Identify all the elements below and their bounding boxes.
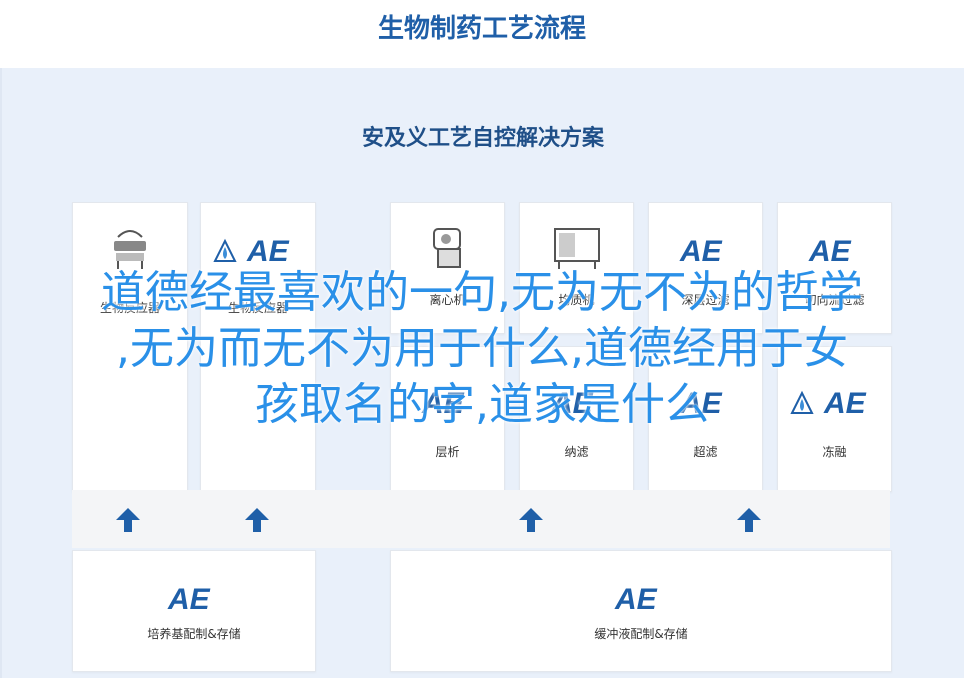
card-label: 冻融	[822, 445, 847, 459]
ae-logo-icon: AE	[167, 583, 211, 613]
card-label: 生物反应器	[99, 301, 160, 315]
ae-logo-icon: AE	[421, 387, 465, 417]
card-tff: AE 切向流过滤	[777, 202, 892, 334]
card-media-prep: AE 培养基配制&存储	[72, 550, 316, 672]
svg-text:AE: AE	[550, 387, 594, 417]
card-label: 超滤	[693, 445, 718, 459]
ae-logo-icon: AE	[213, 235, 290, 265]
svg-text:AE: AE	[421, 387, 465, 417]
card-ultrafiltration: AE 超滤	[648, 346, 763, 492]
card-label: 均质机	[558, 293, 595, 307]
card-label: 离心机	[429, 293, 466, 307]
card-label: 培养基配制&存储	[147, 627, 241, 641]
card-bioreactor-2: AE 生物反应器	[200, 202, 316, 492]
ae-logo-icon: AE	[808, 235, 852, 265]
ae-logo-icon: AE	[679, 235, 723, 265]
ae-logo-icon: AE	[550, 387, 594, 417]
card-chromatography: AE 层析	[390, 346, 505, 492]
card-label: 缓冲液配制&存储	[594, 627, 688, 641]
card-label: 层析	[435, 445, 460, 459]
card-label: 深层过滤	[681, 293, 730, 307]
panel-title: 安及义工艺自控解决方案	[361, 126, 604, 151]
card-buffer-prep: AE 缓冲液配制&存储	[390, 550, 892, 672]
card-bioreactor-1: 生物反应器	[72, 202, 188, 492]
svg-text:AE: AE	[823, 387, 867, 417]
card-depth-filter: AE 深层过滤	[648, 202, 763, 334]
ae-logo-icon: AE	[614, 583, 658, 613]
svg-text:AE: AE	[246, 235, 290, 265]
centrifuge-icon	[432, 228, 461, 268]
svg-text:AE: AE	[679, 387, 723, 417]
svg-text:AE: AE	[808, 235, 852, 265]
card-centrifuge: 离心机	[390, 202, 505, 334]
flow-band	[72, 490, 890, 548]
ae-logo-icon: AE	[789, 387, 867, 417]
homogenizer-icon	[553, 228, 600, 269]
svg-text:AE: AE	[167, 583, 211, 613]
card-label: 切向流过滤	[804, 293, 865, 307]
card-label: 生物反应器	[227, 301, 288, 315]
card-freeze-thaw: AE 冻融	[777, 346, 892, 492]
card-nanofiltration: AE 纳滤	[519, 346, 634, 492]
card-label: 纳滤	[564, 445, 589, 459]
card-homogenizer: 均质机	[519, 202, 634, 334]
svg-text:AE: AE	[679, 235, 723, 265]
svg-text:AE: AE	[614, 583, 658, 613]
header-title: 生物制药工艺流程	[377, 14, 586, 44]
ae-logo-icon: AE	[679, 387, 723, 417]
bioreactor-icon	[114, 230, 146, 269]
